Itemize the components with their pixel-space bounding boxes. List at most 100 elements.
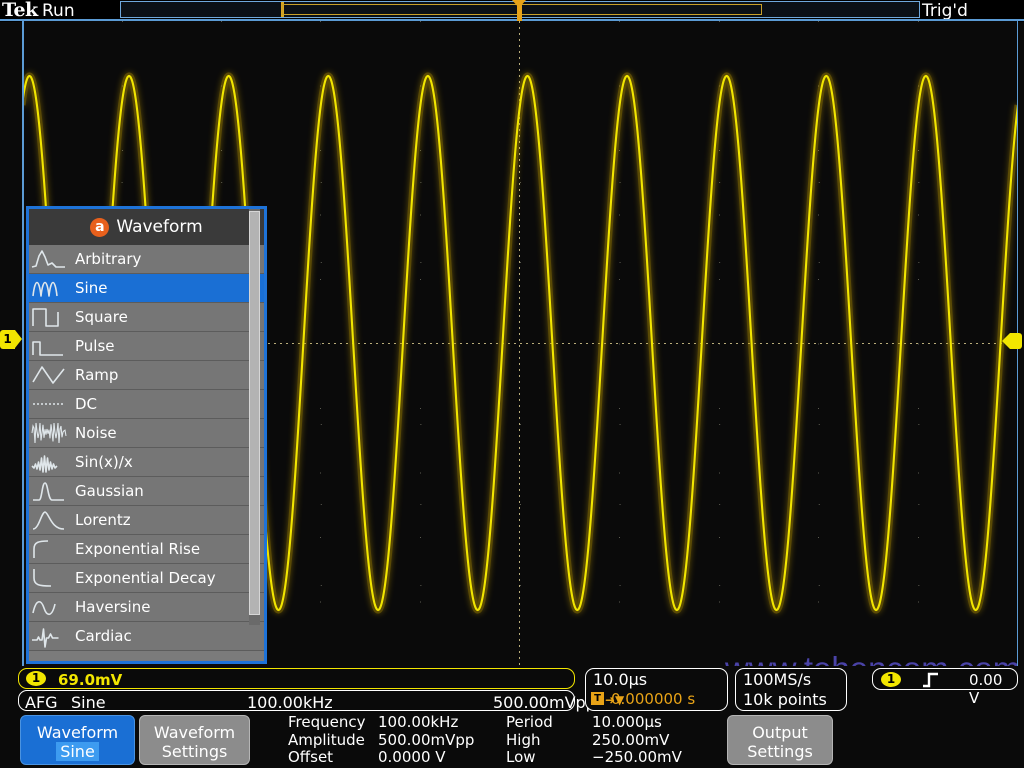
waveform-menu-item-label: DC — [69, 395, 97, 413]
waveform-menu-item-ramp[interactable]: Ramp — [29, 361, 264, 390]
measurement-row: Amplitude500.00mVppHigh250.00mV — [288, 732, 682, 750]
rising-edge-icon — [921, 670, 940, 693]
measurement-value-2: −250.00mV — [592, 749, 682, 767]
waveform-menu-item-label: Sin(x)/x — [69, 453, 133, 471]
measurement-value: 0.0000 V — [378, 749, 506, 767]
sample-rate-value: 100MS/s — [743, 670, 811, 689]
waveform-menu-item-noise[interactable]: Noise — [29, 419, 264, 448]
horizontal-position-value: 0.000000 s — [611, 690, 695, 708]
measurement-row: Frequency100.00kHzPeriod10.000µs — [288, 714, 682, 732]
noise-waveform-icon — [29, 420, 69, 447]
waveform-menu-item-arbitrary[interactable]: Arbitrary — [29, 245, 264, 274]
waveform-menu-item-dc[interactable]: DC — [29, 390, 264, 419]
top-status-bar: Tek Run Trig'd — [0, 0, 1024, 22]
measurement-label: Amplitude — [288, 732, 378, 750]
ramp-waveform-icon — [29, 362, 69, 389]
sinc-waveform-icon — [29, 449, 69, 476]
sine-waveform-icon — [29, 275, 69, 302]
pulse-waveform-icon — [29, 333, 69, 360]
menu-a-badge-icon: a — [90, 218, 109, 237]
square-waveform-icon — [29, 304, 69, 331]
waveform-menu-item-gaussian[interactable]: Gaussian — [29, 477, 264, 506]
channel-1-badge-number: 1 — [26, 671, 46, 686]
lorentz-waveform-icon — [29, 507, 69, 534]
run-state-label[interactable]: Run — [42, 1, 75, 21]
waveform-settings-label-2: Settings — [140, 742, 249, 761]
trigger-position-stem — [517, 2, 522, 22]
dc-waveform-icon — [29, 391, 69, 418]
waveform-menu-panel[interactable]: a Waveform Arbitrary Sine Square Pulse Ramp D… — [26, 206, 267, 664]
waveform-menu-list[interactable]: Arbitrary Sine Square Pulse Ramp DC Noise Sin(x… — [29, 245, 264, 661]
waveform-button[interactable]: Waveform Sine — [20, 715, 135, 765]
channel-1-ground-marker[interactable]: 1 — [0, 330, 20, 350]
measurement-label: Frequency — [288, 714, 378, 732]
waveform-button-label: Waveform — [21, 723, 134, 742]
afg-amplitude-value: 500.00mVpp — [493, 693, 596, 712]
output-settings-button[interactable]: Output Settings — [727, 715, 833, 765]
waveform-settings-button[interactable]: Waveform Settings — [139, 715, 250, 765]
trigger-level-value: 0.00 V — [969, 671, 1017, 707]
channel-1-ground-marker-tip — [15, 330, 22, 348]
waveform-menu-title-label: Waveform — [116, 217, 202, 237]
waveform-menu-item-exponential-rise[interactable]: Exponential Rise — [29, 535, 264, 564]
waveform-menu-title-bar: a Waveform — [29, 209, 264, 245]
measurement-value: 500.00mVpp — [378, 732, 506, 750]
waveform-menu-item-cardiac[interactable]: Cardiac — [29, 622, 264, 651]
horizontal-scale-value: 10.0µs — [593, 670, 647, 689]
afg-readout-badge[interactable]: AFG Sine 100.00kHz 500.00mVpp — [18, 690, 575, 711]
measurement-row: Offset0.0000 VLow−250.00mV — [288, 749, 682, 767]
output-settings-label-1: Output — [728, 723, 832, 742]
trigger-level-marker-body — [1010, 333, 1022, 349]
oscilloscope-screen: Tek Run Trig'd T — [0, 0, 1024, 768]
waveform-menu-item-label: Pulse — [69, 337, 115, 355]
gaussian-waveform-icon — [29, 478, 69, 505]
exp-rise-waveform-icon — [29, 536, 69, 563]
waveform-menu-item-label: Cardiac — [69, 627, 132, 645]
trigger-position-icon: T — [591, 692, 604, 705]
trigger-state-label: Trig'd — [922, 1, 968, 21]
trigger-readout-badge[interactable]: 1 0.00 V — [872, 668, 1018, 690]
output-settings-label-2: Settings — [728, 742, 832, 761]
waveform-menu-item-label: Lorentz — [69, 511, 131, 529]
waveform-menu-item-label: Exponential Decay — [69, 569, 216, 587]
trigger-level-marker-tip — [1002, 333, 1010, 349]
afg-waveform-value: Sine — [71, 693, 106, 712]
watermark-text: www.tehencom.com — [725, 650, 1018, 666]
trigger-source-number: 1 — [881, 672, 901, 687]
waveform-menu-item-haversine[interactable]: Haversine — [29, 593, 264, 622]
cardiac-waveform-icon — [29, 623, 69, 650]
channel-1-vertical-scale: 69.0mV — [58, 671, 122, 689]
waveform-settings-label-1: Waveform — [140, 723, 249, 742]
waveform-button-value: Sine — [56, 742, 99, 761]
measurement-label-2: Low — [506, 749, 592, 767]
channel-1-readout-badge[interactable]: 1 69.0mV — [18, 668, 575, 689]
waveform-menu-item-square[interactable]: Square — [29, 303, 264, 332]
horizontal-readout-badge[interactable]: 10.0µs T ➜▼ 0.000000 s — [585, 668, 728, 711]
waveform-menu-item-label: Haversine — [69, 598, 150, 616]
afg-label: AFG — [25, 693, 58, 712]
record-points-value: 10k points — [743, 690, 827, 709]
measurement-readout-table: Frequency100.00kHzPeriod10.000µsAmplitud… — [288, 714, 682, 767]
measurement-value-2: 10.000µs — [592, 714, 682, 732]
channel-1-ground-marker-label: 1 — [0, 330, 15, 349]
waveform-menu-item-pulse[interactable]: Pulse — [29, 332, 264, 361]
arbitrary-waveform-icon — [29, 246, 69, 273]
exp-decay-waveform-icon — [29, 565, 69, 592]
bottom-menu-bar: Waveform Sine Waveform Settings Frequenc… — [0, 712, 1024, 768]
measurement-value-2: 250.00mV — [592, 732, 682, 750]
waveform-menu-item-sin-x-x[interactable]: Sin(x)/x — [29, 448, 264, 477]
waveform-menu-scrollbar-thumb[interactable] — [249, 211, 260, 615]
waveform-menu-item-sine[interactable]: Sine — [29, 274, 264, 303]
afg-frequency-value: 100.00kHz — [247, 693, 333, 712]
measurement-label-2: High — [506, 732, 592, 750]
waveform-menu-item-label: Noise — [69, 424, 117, 442]
waveform-menu-item-label: Gaussian — [69, 482, 144, 500]
haversine-waveform-icon — [29, 594, 69, 621]
waveform-menu-item-label: Exponential Rise — [69, 540, 200, 558]
measurement-table: Frequency100.00kHzPeriod10.000µsAmplitud… — [288, 714, 682, 767]
acquisition-readout-badge[interactable]: 100MS/s 10k points — [735, 668, 847, 711]
waveform-menu-item-exponential-decay[interactable]: Exponential Decay — [29, 564, 264, 593]
waveform-menu-item-lorentz[interactable]: Lorentz — [29, 506, 264, 535]
trigger-level-marker[interactable] — [1002, 333, 1022, 349]
waveform-menu-item-label: Sine — [69, 279, 107, 297]
